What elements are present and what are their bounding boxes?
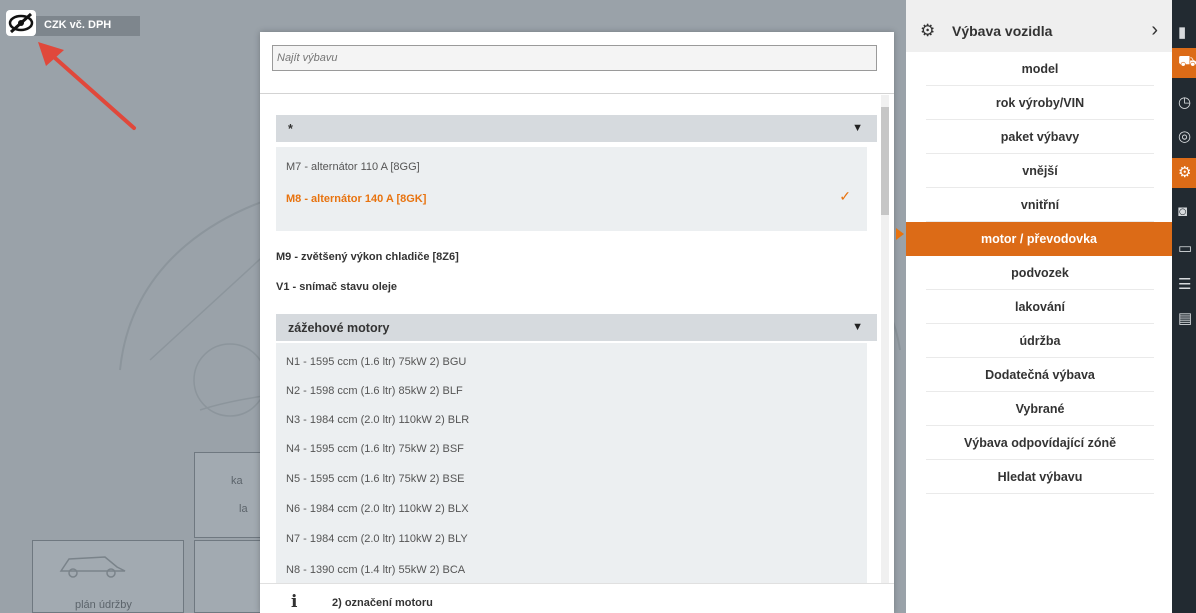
background-tile: ka la — [194, 452, 264, 538]
checkmark-icon: ✓ — [839, 188, 851, 204]
option-item[interactable]: M9 - zvětšený výkon chladiče [8Z6] — [276, 251, 459, 263]
option-item[interactable]: N8 - 1390 ccm (1.4 ltr) 55kW 2) BCA — [286, 564, 465, 576]
option-item[interactable]: N5 - 1595 ccm (1.6 ltr) 75kW 2) BSE — [286, 473, 465, 485]
menu-item-search-equipment[interactable]: Hledat výbavu — [926, 460, 1154, 494]
menu-item-interior[interactable]: vnitřní — [926, 188, 1154, 222]
option-item[interactable]: N1 - 1595 ccm (1.6 ltr) 75kW 2) BGU — [286, 356, 466, 368]
equipment-menu: ⚙ Výbava vozidla › model rok výroby/VIN … — [906, 0, 1172, 613]
group-options: N1 - 1595 ccm (1.6 ltr) 75kW 2) BGU N2 -… — [276, 343, 867, 583]
equipment-list: * ▼ M7 - alternátor 110 A [8GG] M8 - alt… — [260, 95, 894, 583]
list-scrollbar[interactable] — [881, 95, 889, 583]
modal-footer: i 2) označení motoru — [260, 583, 894, 613]
car-icon[interactable]: ⛟ — [1172, 48, 1196, 78]
list-icon[interactable]: ☰ — [1172, 270, 1196, 300]
menu-item-model[interactable]: model — [926, 52, 1154, 86]
book-icon[interactable]: ▮ — [1172, 18, 1196, 48]
document-icon[interactable]: ▤ — [1172, 304, 1196, 334]
option-item[interactable]: V1 - snímač stavu oleje — [276, 281, 397, 293]
search-input[interactable] — [272, 45, 877, 71]
menu-item-zone-equipment[interactable]: Výbava odpovídající zóně — [926, 426, 1154, 460]
option-item[interactable]: M7 - alternátor 110 A [8GG] — [286, 161, 420, 173]
hide-eye-icon[interactable] — [6, 10, 36, 36]
menu-item-equipment-package[interactable]: paket výbavy — [926, 120, 1154, 154]
chevron-right-icon[interactable]: › — [1151, 19, 1158, 42]
chevron-down-icon: ▼ — [852, 122, 863, 134]
option-item[interactable]: N3 - 1984 ccm (2.0 ltr) 110kW 2) BLR — [286, 414, 469, 426]
gear-icon[interactable]: ⚙ — [1172, 158, 1196, 188]
menu-item-exterior[interactable]: vnější — [926, 154, 1154, 188]
group-header-label: zážehové motory — [288, 321, 390, 335]
tool-strip: ▮ ⛟ ◷ ◎ ⚙ ◙ ▭ ☰ ▤ — [1172, 0, 1196, 613]
option-item[interactable]: N4 - 1595 ccm (1.6 ltr) 75kW 2) BSF — [286, 443, 464, 455]
footer-note: 2) označení motoru — [332, 597, 433, 609]
search-area — [260, 32, 894, 94]
menu-item-chassis[interactable]: podvozek — [926, 256, 1154, 290]
chevron-down-icon: ▼ — [852, 321, 863, 333]
info-icon: i — [291, 592, 298, 612]
menu-item-engine-transmission[interactable]: motor / převodovka — [906, 222, 1172, 256]
target-icon[interactable]: ◎ — [1172, 122, 1196, 152]
option-item[interactable]: N2 - 1598 ccm (1.6 ltr) 85kW 2) BLF — [286, 385, 463, 397]
menu-item-additional-equipment[interactable]: Dodatečná výbava — [926, 358, 1154, 392]
option-item[interactable]: N7 - 1984 ccm (2.0 ltr) 110kW 2) BLY — [286, 533, 468, 545]
maintenance-plan-tile: plán údržby — [32, 540, 184, 613]
option-item[interactable]: N6 - 1984 ccm (2.0 ltr) 110kW 2) BLX — [286, 503, 469, 515]
menu-item-paint[interactable]: lakování — [926, 290, 1154, 324]
monitor-icon[interactable]: ▭ — [1172, 234, 1196, 264]
menu-item-selected[interactable]: Vybrané — [926, 392, 1154, 426]
group-header-label: * — [288, 122, 293, 136]
price-label: CZK vč. DPH — [34, 16, 140, 36]
menu-item-maintenance[interactable]: údržba — [926, 324, 1154, 358]
red-arrow-annotation — [38, 42, 136, 130]
scrollbar-thumb[interactable] — [881, 107, 889, 215]
active-indicator-arrow — [896, 228, 904, 240]
menu-header[interactable]: ⚙ Výbava vozidla › — [906, 0, 1172, 52]
tile-label: plán údržby — [75, 599, 132, 611]
camera-icon[interactable]: ◙ — [1172, 198, 1196, 228]
group-header-star[interactable]: * ▼ — [276, 115, 877, 142]
tile-text: la — [239, 503, 248, 515]
option-item-selected[interactable]: M8 - alternátor 140 A [8GK] — [286, 193, 426, 205]
gear-icon: ⚙ — [920, 21, 936, 40]
equipment-modal: * ▼ M7 - alternátor 110 A [8GG] M8 - alt… — [260, 32, 894, 613]
clock-icon[interactable]: ◷ — [1172, 88, 1196, 118]
group-options: M7 - alternátor 110 A [8GG] M8 - alterná… — [276, 147, 867, 231]
menu-item-year-vin[interactable]: rok výroby/VIN — [926, 86, 1154, 120]
background-tile — [194, 540, 264, 613]
group-header-petrol-engines[interactable]: zážehové motory ▼ — [276, 314, 877, 341]
menu-title: Výbava vozidla — [952, 23, 1053, 39]
tile-text: ka — [231, 475, 243, 487]
car-wrench-icon — [59, 556, 126, 578]
